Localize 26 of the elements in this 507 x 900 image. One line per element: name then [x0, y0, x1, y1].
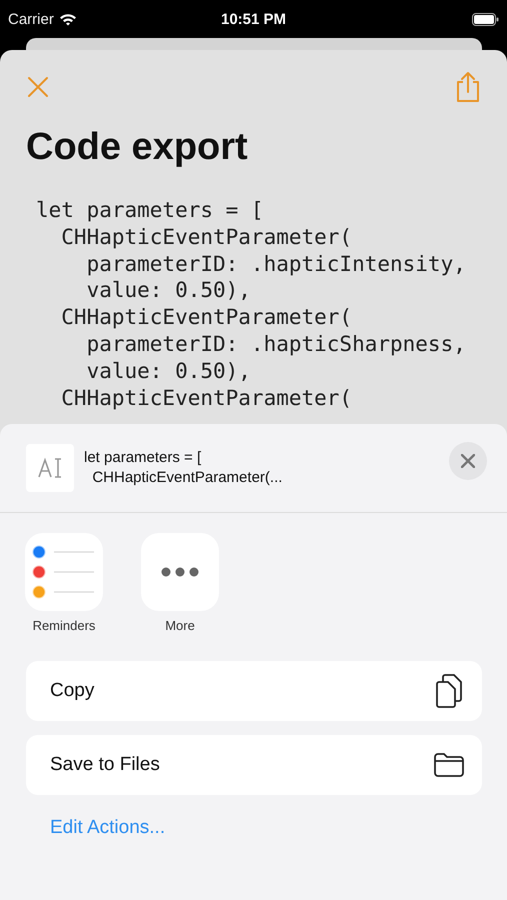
close-button[interactable]	[449, 442, 487, 480]
code-line: let parameters = [	[36, 197, 265, 224]
code-line: parameterID: .hapticSharpness,	[86, 330, 467, 358]
code-line: value: 0.50),	[86, 358, 252, 385]
preview-text: CHHapticEventParameter(...	[91, 468, 284, 488]
close-icon	[461, 454, 475, 468]
clock-time: 10:51 PM	[220, 10, 286, 28]
wifi-icon	[58, 12, 77, 26]
code-line: CHHapticEventParameter(	[60, 224, 354, 251]
code-line: CHHapticEventParameter(	[60, 304, 354, 331]
reminders-app-icon[interactable]	[25, 533, 103, 611]
documents-icon	[436, 674, 464, 708]
app-label: Reminders	[32, 618, 96, 633]
text-document-icon	[26, 444, 74, 492]
page-title: Code export	[26, 126, 249, 169]
carrier-name: Carrier	[8, 10, 54, 28]
preview-text: let parameters = [	[84, 448, 202, 468]
folder-icon	[434, 753, 464, 777]
code-line: parameterID: .hapticIntensity,	[86, 250, 467, 278]
code-line: CHHapticEventParameter(	[60, 384, 354, 412]
action-row[interactable]: Save to Files	[26, 735, 482, 795]
code-line: value: 0.50),	[86, 277, 252, 304]
app-label: More	[165, 618, 195, 633]
battery-icon	[472, 12, 499, 26]
more-icon[interactable]	[141, 533, 219, 611]
action-row[interactable]: Copy	[26, 661, 482, 721]
